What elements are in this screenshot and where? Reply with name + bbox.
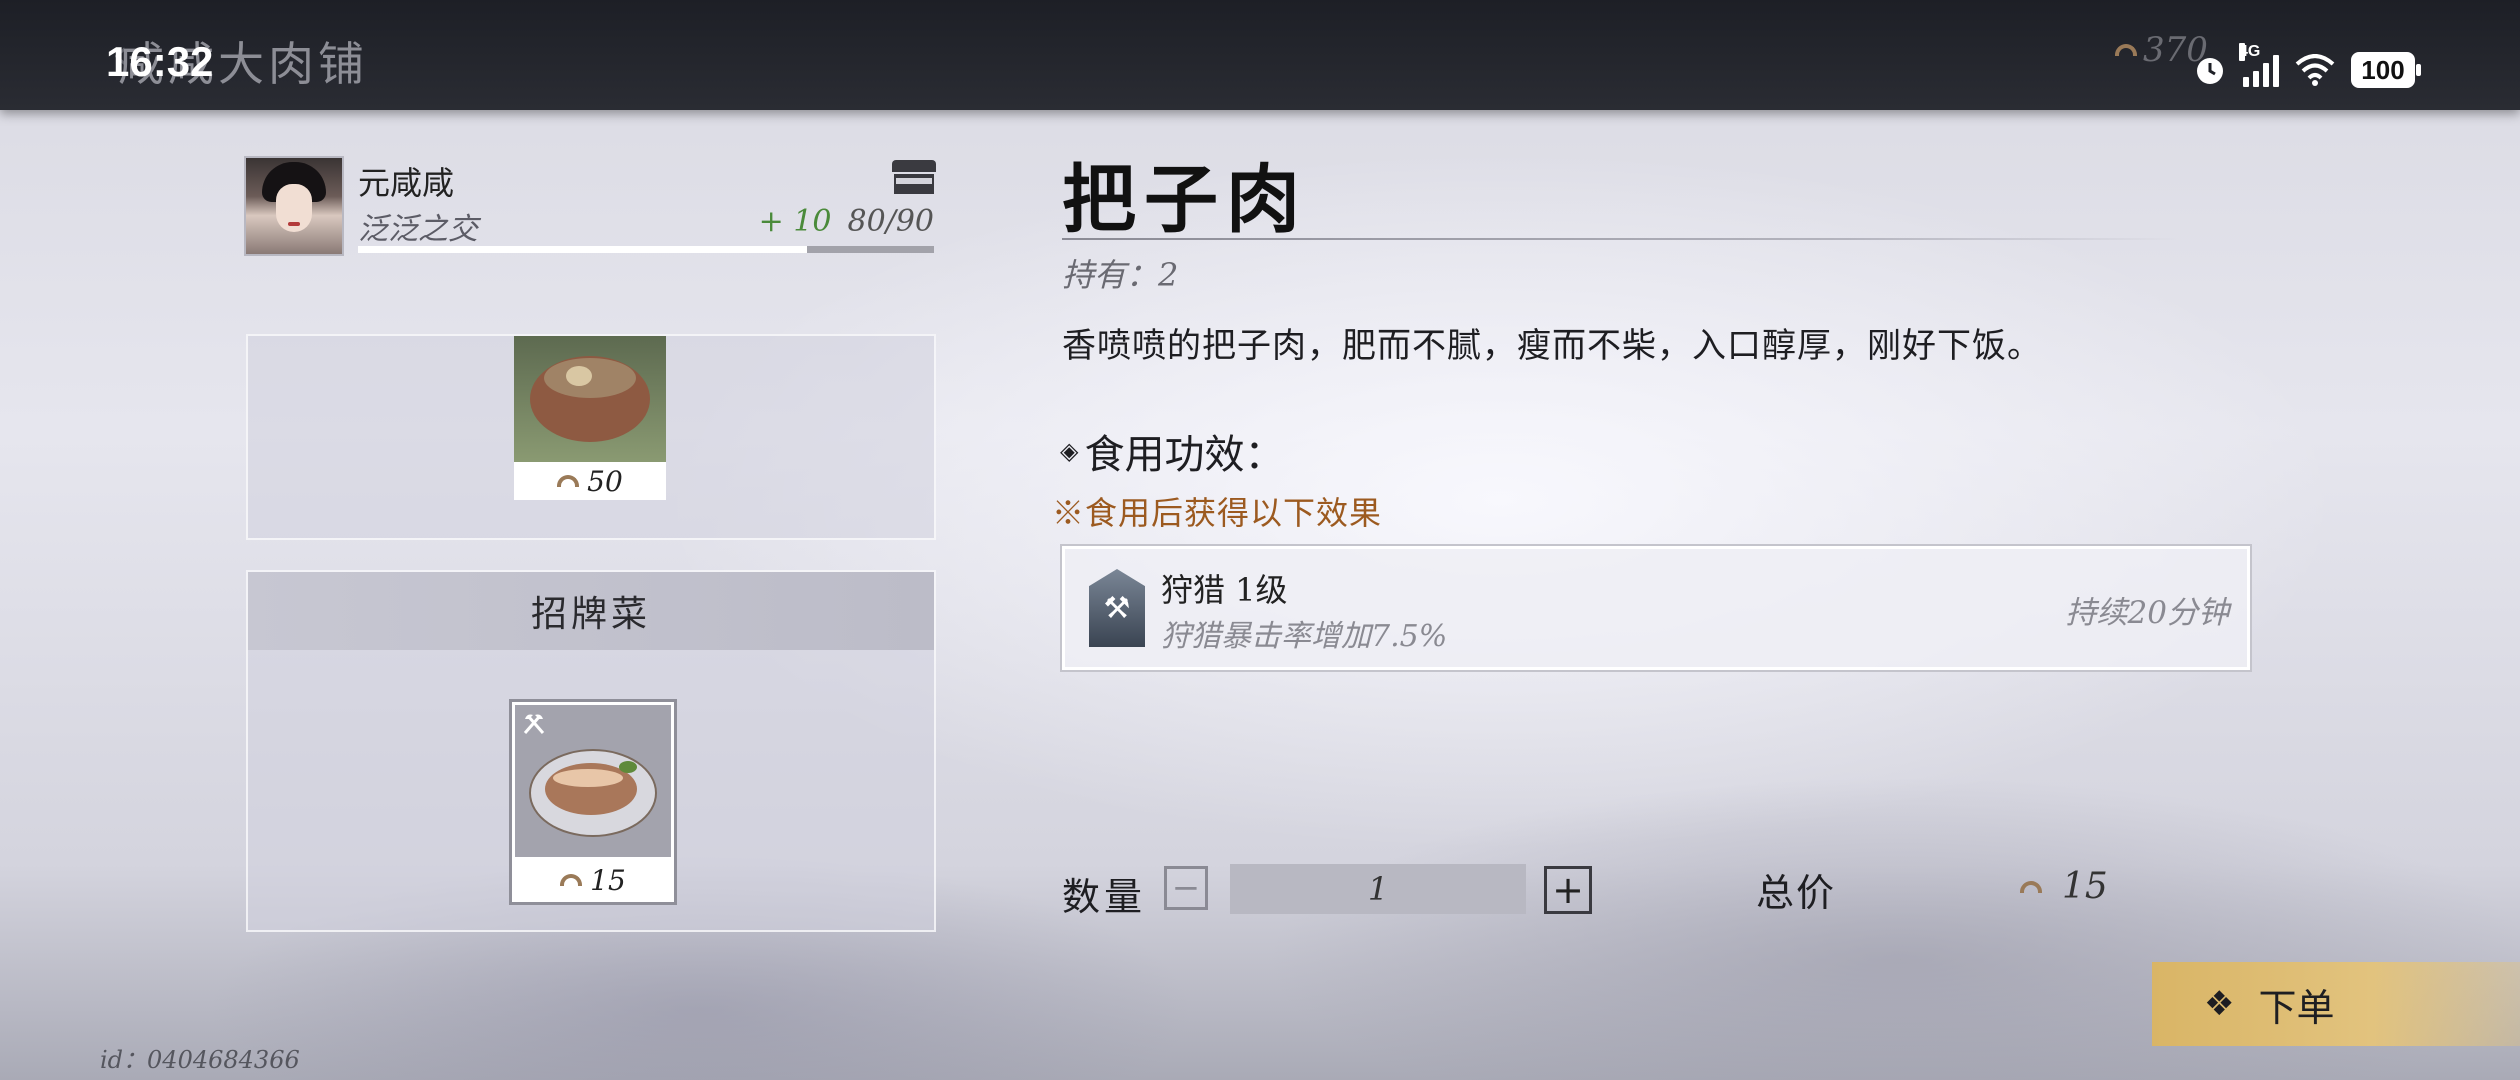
dish-card-bazirou[interactable]: 15 [512, 702, 674, 902]
diamond-bullet-icon: ◈ [1060, 437, 1079, 465]
treasure-chest-icon[interactable] [892, 160, 936, 194]
quantity-input[interactable]: 1 [1230, 864, 1526, 914]
total-label: 总价 [1756, 871, 1837, 915]
dish-price-value: 15 [590, 863, 626, 897]
dish-price: 50 [514, 462, 666, 500]
coin-icon [560, 874, 583, 886]
place-order-label: 下单 [2258, 985, 2335, 1030]
affinity-progress-bar [358, 246, 934, 253]
title-divider [1062, 238, 2182, 240]
wifi-icon [2295, 54, 2335, 86]
stew-pot-image [514, 336, 666, 462]
decrease-quantity-button[interactable]: − [1164, 866, 1208, 910]
effect-duration: 持续20分钟 [2065, 595, 2229, 631]
hunting-axes-icon [523, 714, 545, 734]
cell-signal-icon: 4G [2239, 43, 2279, 87]
character-name: 元咸咸 [358, 164, 455, 202]
network-type: 4G [2239, 43, 2261, 61]
item-title: 把子肉 [1062, 157, 1308, 243]
top-bar: ‹ 咸咸大肉铺 16:32 370 4G 100 [0, 0, 2520, 110]
alarm-icon [2197, 58, 2223, 84]
effect-description: 狩猎暴击率增加7.5% [1161, 619, 1448, 654]
bazirou-image [515, 705, 671, 857]
dish-price: 15 [515, 861, 671, 899]
effect-card: ⚒ 狩猎 1级 狩猎暴击率增加7.5% 持续20分钟 [1062, 546, 2250, 670]
effect-note: ※食用后获得以下效果 [1052, 494, 1383, 532]
effect-heading: ◈ 食用功效： [1060, 422, 1284, 480]
place-order-button[interactable]: ❖ 下单 [2152, 962, 2520, 1046]
coin-icon [2020, 880, 2042, 893]
relationship-level: 泛泛之交 [358, 212, 478, 247]
signature-dish-panel: 招牌菜 15 [246, 570, 936, 932]
menu-list-panel[interactable]: 50 [246, 334, 936, 540]
effect-heading-text: 食用功效： [1084, 432, 1285, 478]
item-description: 香喷喷的把子肉，肥而不腻，瘦而不柴，入口醇厚，刚好下饭。 [1062, 326, 2042, 366]
affinity-display: + 10 80/90 [759, 204, 934, 239]
total-price-value: 15 [2062, 866, 2108, 907]
status-clock: 16:32 [106, 38, 214, 85]
effect-name: 狩猎 1级 [1161, 571, 1288, 609]
player-id: id：0404684366 [100, 1046, 300, 1074]
battery-icon: 100 [2351, 52, 2421, 88]
hunting-axes-icon: ⚒ [1089, 569, 1145, 647]
affinity-value: 80/90 [847, 204, 934, 239]
total-price: 15 [2020, 866, 2108, 907]
signature-header: 招牌菜 [248, 572, 934, 650]
coin-icon [557, 475, 580, 487]
dish-card-stew[interactable]: 50 [514, 336, 666, 500]
dish-price-value: 50 [587, 464, 623, 498]
coin-icon [2115, 44, 2137, 56]
affinity-gain: + 10 [758, 204, 832, 239]
system-icons: 4G 100 [2193, 40, 2421, 100]
owned-count: 持有：2 [1062, 256, 1179, 294]
increase-quantity-button[interactable]: + [1544, 866, 1592, 914]
avatar [244, 156, 344, 256]
order-diamond-icon: ❖ [2204, 984, 2235, 1024]
quantity-label: 数量 [1062, 875, 1147, 919]
affinity-progress-fill [358, 246, 808, 253]
